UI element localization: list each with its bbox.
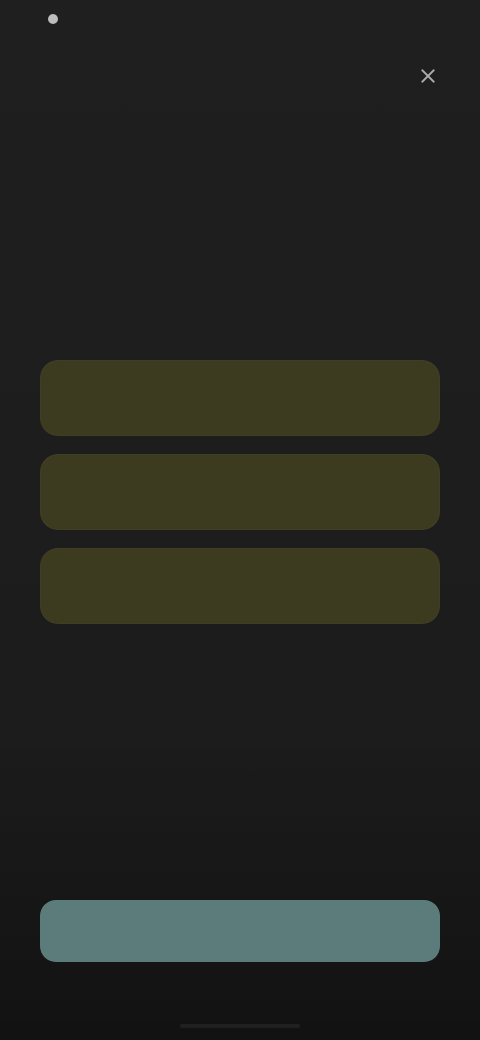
screen — [0, 0, 480, 1040]
header — [40, 56, 440, 96]
status-icons — [48, 14, 58, 24]
continue-button[interactable] — [40, 900, 440, 962]
status-dot-icon — [48, 14, 58, 24]
options-list — [40, 360, 440, 624]
option-button-2[interactable] — [40, 454, 440, 530]
option-button-1[interactable] — [40, 360, 440, 436]
close-icon[interactable] — [416, 64, 440, 88]
status-bar — [40, 14, 58, 24]
option-button-3[interactable] — [40, 548, 440, 624]
home-indicator — [180, 1024, 300, 1028]
